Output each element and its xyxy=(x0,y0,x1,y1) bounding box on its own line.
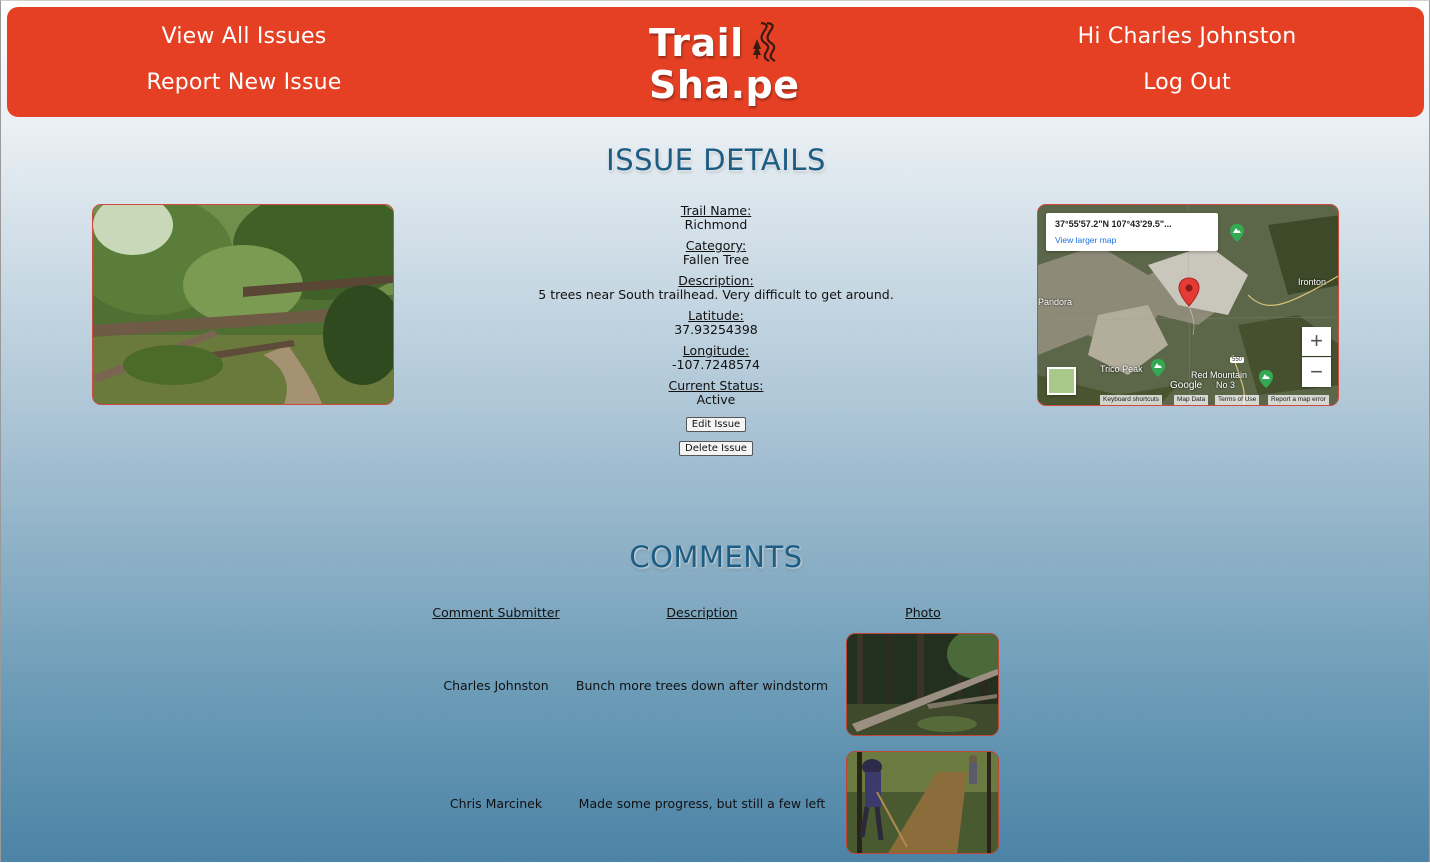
comment-description: Bunch more trees down after windstorm xyxy=(575,678,829,693)
trail-name-value: Richmond xyxy=(684,217,748,232)
issue-map[interactable]: 37°55'57.2"N 107°43'29.5"... View larger… xyxy=(1037,204,1339,406)
user-greeting: Hi Charles Johnston xyxy=(1077,24,1297,49)
status-label: Current Status: xyxy=(668,378,764,393)
comment-photo[interactable] xyxy=(846,751,999,854)
trail-name-label: Trail Name: xyxy=(680,203,752,218)
comment-photo[interactable] xyxy=(846,633,999,736)
description-value: 5 trees near South trailhead. Very diffi… xyxy=(538,287,894,302)
map-terms-link[interactable]: Terms of Use xyxy=(1215,395,1260,405)
google-logo: Google xyxy=(1170,380,1203,391)
longitude-value: -107.7248574 xyxy=(671,357,760,372)
comment-submitter: Charles Johnston xyxy=(443,678,549,693)
comment-submitter: Chris Marcinek xyxy=(449,796,543,811)
status-value: Active xyxy=(696,392,736,407)
forest-fallen-tree-photo-icon xyxy=(847,634,998,735)
map-label-trico-peak: Trico Peak xyxy=(1100,364,1143,374)
nav-view-all-issues[interactable]: View All Issues xyxy=(94,24,394,49)
map-label-red-mountain-no: No 3 xyxy=(1216,380,1236,390)
description-label: Description: xyxy=(678,273,754,288)
trail-path-icon xyxy=(753,21,776,62)
delete-issue-button[interactable]: Delete Issue xyxy=(679,441,753,456)
map-popup-coords: 37°55'57.2"N 107°43'29.5"... xyxy=(1055,219,1172,229)
column-header-photo: Photo xyxy=(905,605,941,620)
comment-description: Made some progress, but still a few left xyxy=(578,796,826,811)
trail-work-photo-icon xyxy=(847,752,998,853)
logo-text-shape: Sha.pe xyxy=(649,63,800,107)
issue-details-title: ISSUE DETAILS xyxy=(606,143,826,177)
map-type-toggle[interactable] xyxy=(1047,367,1076,395)
category-value: Fallen Tree xyxy=(682,252,750,267)
logout-link[interactable]: Log Out xyxy=(1037,70,1337,95)
longitude-label: Longitude: xyxy=(682,343,750,358)
column-header-submitter: Comment Submitter xyxy=(432,605,560,620)
road-550-badge: 550 xyxy=(1230,357,1245,363)
latitude-label: Latitude: xyxy=(688,308,744,323)
zoom-out-button[interactable]: − xyxy=(1302,357,1331,387)
issue-details: Trail Name: Richmond Category: Fallen Tr… xyxy=(516,204,916,456)
map-info-popup: 37°55'57.2"N 107°43'29.5"... View larger… xyxy=(1046,213,1218,251)
category-label: Category: xyxy=(685,238,747,253)
fallen-tree-photo-icon xyxy=(93,205,393,404)
map-label-pandora: Pandora xyxy=(1038,297,1073,307)
red-mountain-pin-icon xyxy=(1259,370,1273,388)
map-label-red-mountain: Red Mountain xyxy=(1191,370,1248,380)
peak-pin-icon xyxy=(1230,224,1244,242)
map-keyboard-shortcuts[interactable]: Keyboard shortcuts xyxy=(1100,395,1163,405)
nav-report-new-issue[interactable]: Report New Issue xyxy=(94,70,394,95)
trico-peak-pin-icon xyxy=(1151,359,1165,377)
latitude-value: 37.93254398 xyxy=(674,322,758,337)
map-data-link[interactable]: Map Data xyxy=(1174,395,1209,405)
zoom-in-button[interactable]: + xyxy=(1302,327,1331,356)
map-marker-icon[interactable] xyxy=(1178,277,1200,307)
map-report-error-link[interactable]: Report a map error xyxy=(1268,395,1329,405)
edit-issue-button[interactable]: Edit Issue xyxy=(685,417,747,432)
site-header: View All Issues Report New Issue Trail S… xyxy=(7,7,1424,117)
view-larger-map-link[interactable]: View larger map xyxy=(1055,235,1116,245)
map-label-ironton: Ironton xyxy=(1298,277,1327,287)
comments-title: COMMENTS xyxy=(629,540,803,574)
issue-photo xyxy=(92,204,394,405)
logo-text-trail: Trail xyxy=(649,21,744,65)
trailshape-logo[interactable]: Trail Sha.pe xyxy=(649,19,799,115)
column-header-description: Description xyxy=(666,605,738,620)
